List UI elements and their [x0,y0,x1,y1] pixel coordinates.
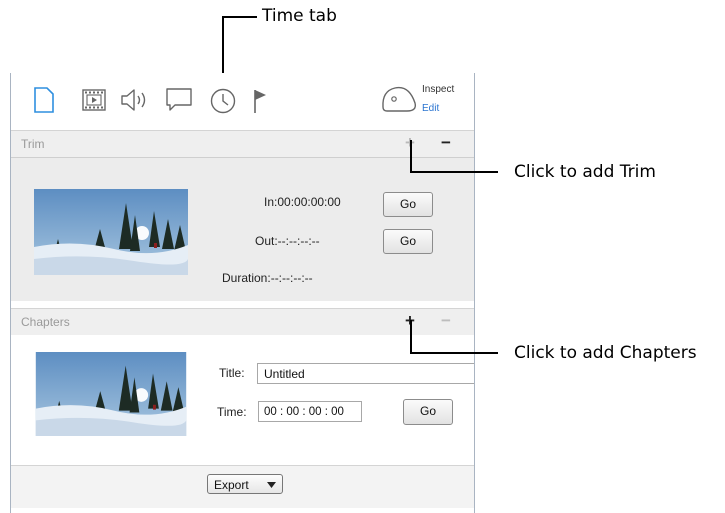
chapter-time-input[interactable]: 00 : 00 : 00 : 00 [258,401,362,422]
chapter-video-thumbnail [35,352,187,436]
go-out-button[interactable]: Go [383,229,433,254]
chevron-down-icon [267,482,276,488]
edit-link[interactable]: Edit [422,103,439,114]
chapter-time-label: Time: [217,405,247,419]
add-chapters-callout: Click to add Chapters [514,343,697,363]
trim-in-label: In:00:00:00:00 [264,195,341,209]
add-trim-leader-h [410,171,498,173]
chapters-body: Title: Untitled Time: 00 : 00 : 00 : 00 … [11,335,474,465]
chapters-section-title: Chapters [21,315,70,329]
add-trim-leader-v [410,140,412,172]
document-icon[interactable] [33,87,55,113]
trim-out-label: Out:--:--:--:-- [255,234,320,248]
add-chapters-leader-h [410,352,498,354]
export-footer: Export [11,465,474,508]
trim-section-header: Trim + − [11,130,474,158]
chapters-section-header: Chapters + − [11,308,474,336]
remove-chapter-button[interactable]: − [441,311,451,331]
trim-body: In:00:00:00:00 Go Out:--:--:--:-- Go Dur… [11,157,474,301]
inspector-toolbar: Inspect Edit [11,73,474,125]
comment-icon[interactable] [165,87,193,113]
time-panel: Inspect Edit Trim + − [10,73,475,513]
flag-icon[interactable] [251,87,271,115]
time-tab-callout: Time tab [262,6,337,26]
add-chapters-leader-v [410,320,412,353]
remove-trim-button[interactable]: − [441,133,451,153]
trim-duration-label: Duration:--:--:--:-- [222,271,313,285]
chapter-title-label: Title: [219,366,245,380]
chapter-title-input[interactable]: Untitled [257,363,474,384]
clock-icon[interactable] [209,87,237,115]
add-trim-callout: Click to add Trim [514,162,656,182]
time-tab-leader-h [222,16,257,18]
chapter-go-button[interactable]: Go [403,399,453,425]
go-in-button[interactable]: Go [383,192,433,217]
speaker-icon[interactable] [119,87,153,113]
trim-video-thumbnail [34,189,188,275]
inspect-label: Inspect [422,84,455,95]
film-icon[interactable] [81,87,107,113]
export-dropdown[interactable]: Export [207,474,283,494]
export-label: Export [214,478,249,492]
trim-section-title: Trim [21,137,45,151]
inspect-icon[interactable] [379,83,419,115]
